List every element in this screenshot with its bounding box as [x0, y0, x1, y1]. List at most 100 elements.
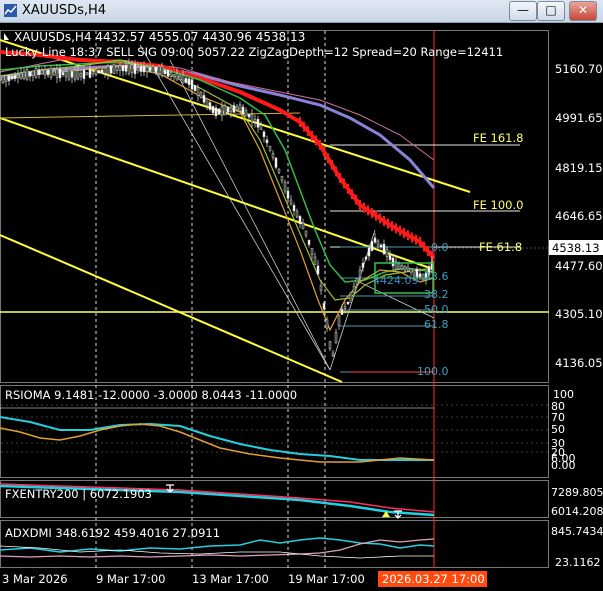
candle-body: [271, 153, 275, 158]
price-axis[interactable]: 5160.70 4991.65 4819.15 4646.65 4477.60 …: [555, 62, 603, 370]
candle-body: [88, 68, 92, 78]
fib-expansion-lines: [330, 144, 520, 248]
main-pane-header: XAUUSDs,H4 4432.57 4555.07 4430.96 4538.…: [4, 30, 503, 59]
close-button[interactable]: ✕: [569, 1, 597, 21]
retrace-382-label: 38.2: [424, 288, 449, 301]
candle-body: [400, 265, 404, 270]
candle-body: [403, 266, 407, 271]
candle-body: [58, 68, 62, 79]
retrace-618-label: 61.8: [424, 318, 449, 331]
candle-body: [373, 237, 377, 243]
candle-body: [52, 70, 56, 76]
candle-body: [268, 146, 272, 151]
price-label: 5160.70: [555, 62, 603, 76]
candle-body: [55, 68, 59, 78]
candle-body: [325, 319, 329, 329]
candle-body: [130, 64, 134, 73]
maximize-button[interactable]: □: [537, 1, 565, 21]
candle-body: [343, 306, 347, 309]
candle-body: [310, 248, 314, 255]
price-label: 4136.05: [555, 356, 603, 370]
fib-100-label: FE 100.0: [473, 198, 523, 212]
candle-body: [40, 70, 44, 75]
candle-body: [367, 247, 371, 257]
candle-body: [97, 69, 101, 74]
candle-body: [286, 190, 290, 199]
time-axis[interactable]: 3 Mar 2026 9 Mar 17:00 13 Mar 17:00 19 M…: [2, 572, 365, 586]
candle-body: [187, 78, 191, 85]
candle-body: [193, 85, 197, 91]
candle-body: [238, 104, 242, 112]
candle-body: [208, 102, 212, 110]
main-pane-border: [0, 30, 549, 383]
candle-body: [298, 215, 302, 225]
sell-signal-band: [0, 50, 436, 261]
candle-body: [406, 267, 410, 272]
candle-body: [133, 63, 137, 74]
adxdmi-level: 845.7434: [551, 525, 603, 538]
candle-body: [322, 303, 326, 309]
candle-body: [127, 63, 131, 74]
candle-body: [115, 66, 119, 71]
candle-body: [70, 71, 74, 78]
candle-body: [67, 69, 71, 80]
rsioma-info-text: RSIOMA 9.1481 -12.0000 -3.0000 8.0443 -1…: [5, 388, 297, 402]
time-label: 3 Mar 2026: [2, 572, 68, 586]
candle-body: [382, 243, 386, 255]
retrace-0-label: 0.0: [431, 241, 449, 254]
candle-body: [361, 262, 365, 268]
candle-body: [118, 65, 122, 71]
candle-body: [292, 205, 296, 211]
candle-body: [184, 78, 188, 83]
crosshair-time-label: 2026.03.27 17:00: [382, 572, 485, 586]
candle-body: [151, 66, 155, 74]
candle-body: [61, 72, 65, 76]
candle-body: [64, 71, 68, 77]
window-title: XAUUSDs,H4: [22, 3, 107, 18]
candle-body: [364, 256, 368, 260]
title-bar[interactable]: XAUUSDs,H4 — □ ✕: [0, 0, 603, 23]
candle-body: [46, 70, 50, 76]
adxdmi-info-text: ADXDMI 348.6192 459.4016 27.0911: [5, 526, 220, 540]
candle-body: [169, 72, 173, 77]
candle-body: [190, 79, 194, 90]
current-price-label: 4538.13: [552, 241, 600, 255]
adxdmi-pane: ADXDMI 348.6192 459.4016 27.0911 845.743…: [0, 525, 603, 569]
minimize-button[interactable]: —: [509, 1, 537, 21]
candle-body: [262, 131, 266, 138]
candle-body: [340, 309, 344, 315]
candle-body: [259, 124, 263, 130]
candle-body: [301, 222, 305, 230]
candle-body: [199, 92, 203, 98]
candle-body: [103, 67, 107, 74]
time-label: 9 Mar 17:00: [96, 572, 165, 586]
range-box-label: 4424.09: [373, 274, 419, 287]
candle-body: [142, 66, 146, 73]
candle-body: [82, 69, 86, 80]
candle-body: [319, 285, 323, 291]
candle-body: [385, 248, 389, 258]
candle-body: [172, 74, 176, 77]
candle-body: [355, 278, 359, 285]
candle-body: [316, 265, 320, 275]
candle-body: [370, 241, 374, 251]
fxentry-level: 6014.208: [551, 505, 603, 518]
adxdmi-level: 23.1162: [555, 556, 601, 569]
fxentry-info-text: FXENTRY200 | 6072.1903: [5, 487, 152, 501]
candle-body: [124, 65, 128, 72]
candle-body: [22, 71, 26, 79]
candle-body: [214, 107, 218, 117]
candle-body: [175, 73, 179, 81]
candle-body: [220, 105, 224, 116]
candle-body: [241, 106, 245, 115]
candle-body: [256, 119, 260, 128]
candle-body: [139, 66, 143, 72]
candle-body: [16, 74, 20, 78]
candle-body: [232, 105, 236, 113]
candle-body: [244, 109, 248, 117]
candle-body: [307, 239, 311, 245]
candle-body: [178, 75, 182, 81]
chart-area[interactable]: 4424.09 XAUUSDs,H4 4432.57 4555.07 4430.…: [0, 23, 603, 591]
price-label: 4991.65: [555, 111, 603, 125]
candle-body: [334, 332, 338, 343]
